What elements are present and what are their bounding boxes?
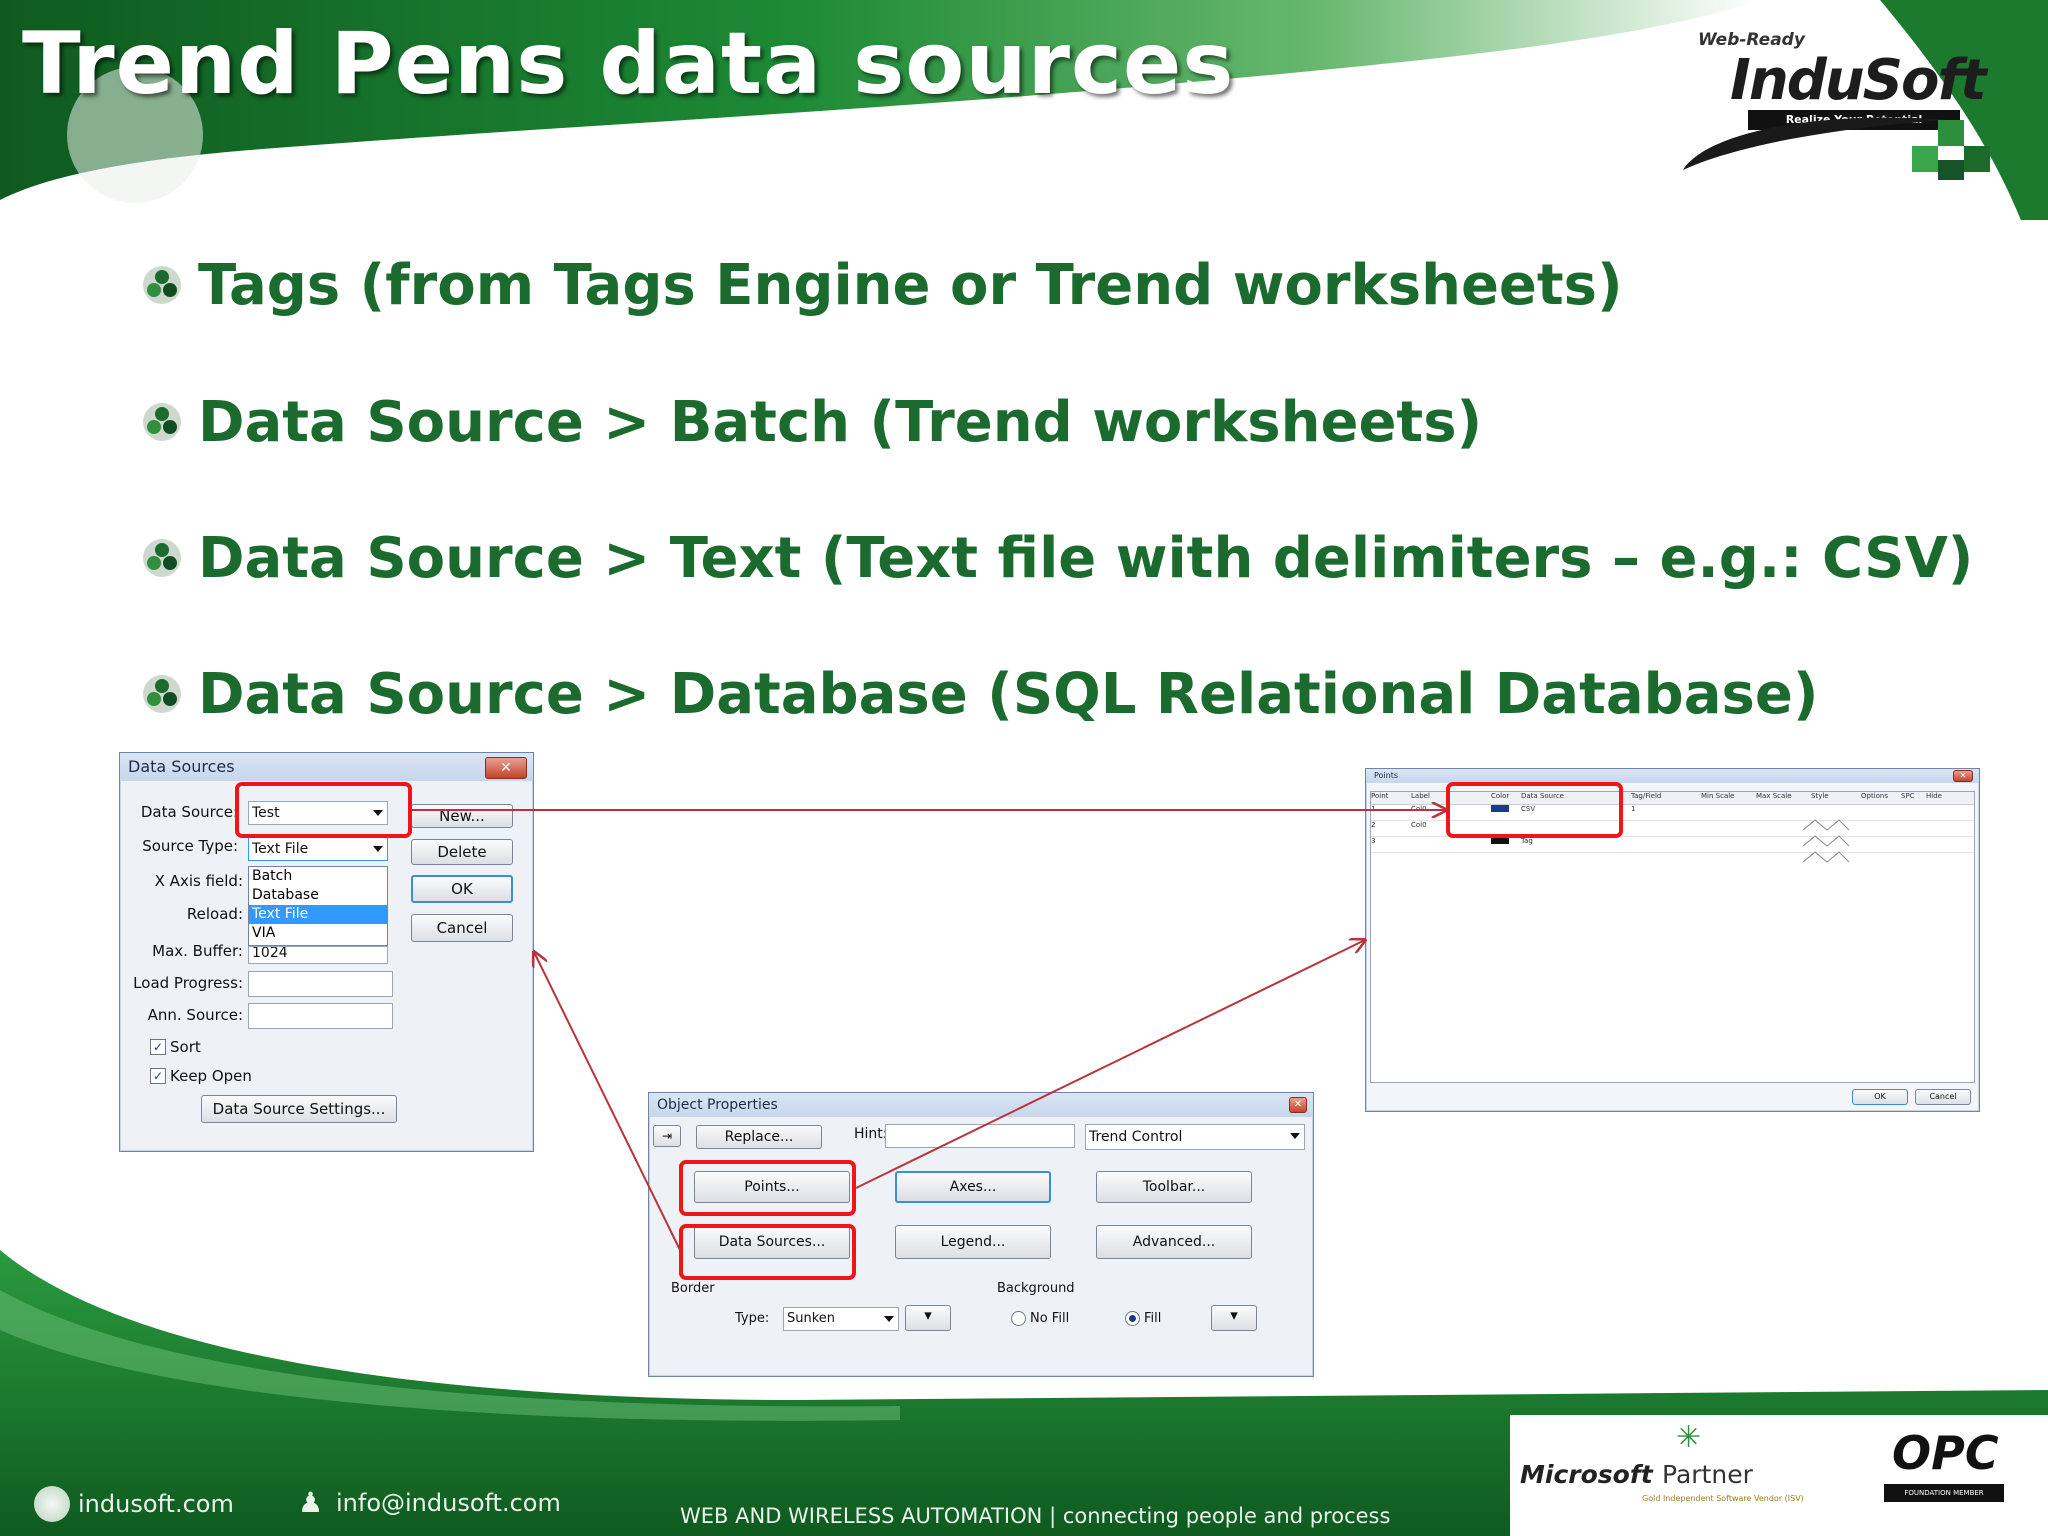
- website-text: indusoft.com: [78, 1490, 234, 1518]
- tagline-separator: |: [1049, 1504, 1057, 1528]
- partner-brand: Microsoft: [1520, 1460, 1653, 1489]
- tagline-right: connecting people and process: [1062, 1504, 1391, 1528]
- email-text: info@indusoft.com: [336, 1489, 561, 1517]
- website-link[interactable]: indusoft.com: [34, 1486, 234, 1522]
- email-link[interactable]: ♟ info@indusoft.com: [298, 1486, 561, 1520]
- opc-sub: FOUNDATION MEMBER: [1884, 1484, 2004, 1502]
- opc-logo: OPC FOUNDATION MEMBER: [1884, 1426, 2004, 1530]
- footer-tagline: WEB AND WIRELESS AUTOMATION | connecting…: [680, 1504, 1390, 1528]
- globe-icon: [34, 1486, 70, 1522]
- arrow-points-button-to-points-dialog: [855, 940, 1365, 1189]
- partner-word: Partner: [1662, 1460, 1753, 1489]
- opc-text: OPC: [1892, 1426, 1999, 1480]
- partner-star-icon: ✳: [1676, 1420, 1702, 1455]
- person-icon: ♟: [298, 1486, 324, 1519]
- connector-arrows: [412, 0, 2048, 1251]
- arrow-datasources-button-to-dialog: [534, 952, 681, 1251]
- tagline-left: WEB AND WIRELESS AUTOMATION: [680, 1504, 1043, 1528]
- partner-sub: Gold Independent Software Vendor (ISV): [1642, 1494, 1804, 1503]
- microsoft-partner-logo: ✳ Microsoft Partner Gold Independent Sof…: [1516, 1420, 1856, 1532]
